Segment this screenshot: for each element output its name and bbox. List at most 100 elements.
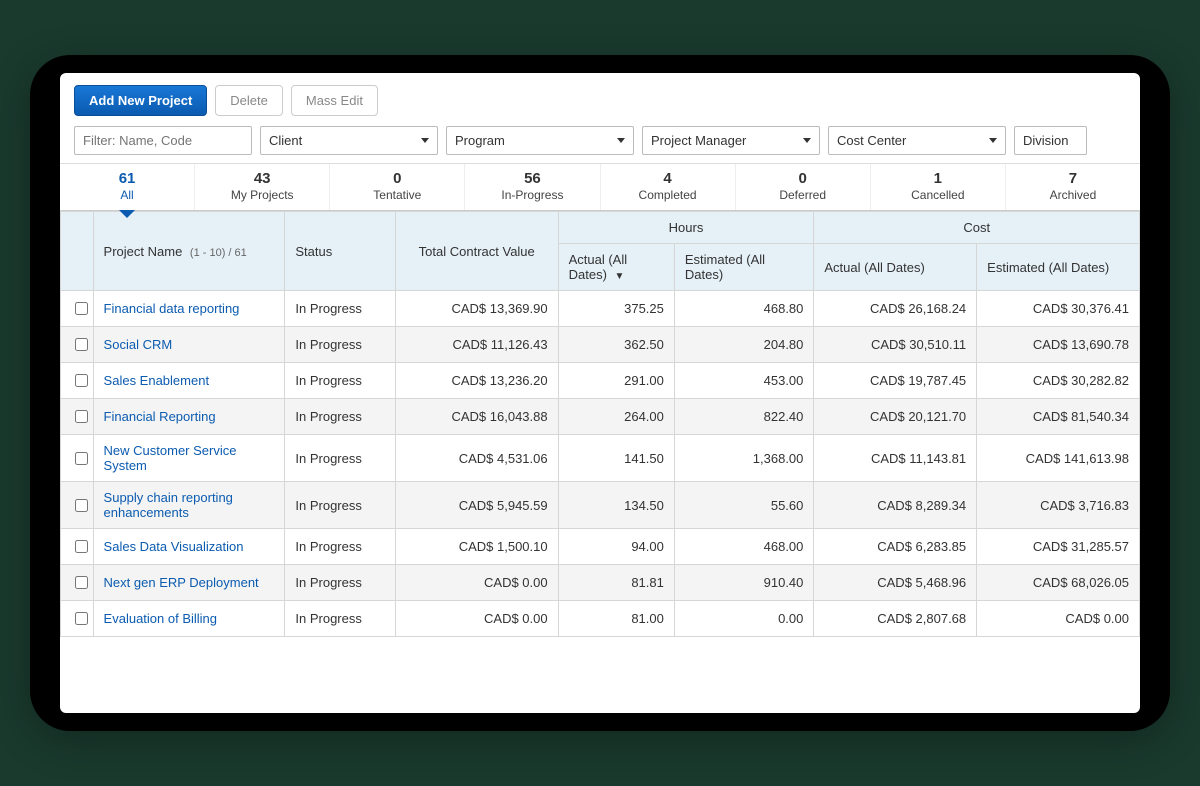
cell-tcv: CAD$ 11,126.43 [395,327,558,363]
row-checkbox[interactable] [75,338,88,351]
cell-hours-actual: 94.00 [558,529,674,565]
header-tcv[interactable]: Total Contract Value [395,212,558,291]
cell-hours-actual: 291.00 [558,363,674,399]
status-tab-tentative[interactable]: 0Tentative [330,164,465,210]
header-hours-actual[interactable]: Actual (All Dates) ▼ [558,244,674,291]
toolbar: Add New Project Delete Mass Edit [60,73,1140,126]
project-name-link[interactable]: Sales Data Visualization [93,529,285,565]
row-checkbox[interactable] [75,576,88,589]
row-checkbox[interactable] [75,452,88,465]
status-tab-label: Tentative [373,188,421,202]
cell-hours-estimated: 0.00 [674,601,814,637]
filter-client-select[interactable]: Client [260,126,438,155]
status-tab-label: Deferred [779,188,826,202]
cell-hours-estimated: 55.60 [674,482,814,529]
sort-desc-icon: ▼ [615,271,625,282]
project-name-link[interactable]: Financial Reporting [93,399,285,435]
header-cost-estimated[interactable]: Estimated (All Dates) [977,244,1140,291]
cell-hours-estimated: 453.00 [674,363,814,399]
cell-tcv: CAD$ 0.00 [395,601,558,637]
table-row: Financial data reportingIn ProgressCAD$ … [61,291,1140,327]
status-tab-count: 43 [195,170,329,187]
project-name-link[interactable]: Supply chain reporting enhancements [93,482,285,529]
row-checkbox[interactable] [75,302,88,315]
row-checkbox[interactable] [75,410,88,423]
app-screen: Add New Project Delete Mass Edit Client … [60,73,1140,713]
cell-status: In Progress [285,529,395,565]
status-tab-archived[interactable]: 7Archived [1006,164,1140,210]
status-tab-count: 0 [736,170,870,187]
filter-division-select[interactable]: Division [1014,126,1087,155]
status-tab-label: In-Progress [501,188,563,202]
header-project-name-label: Project Name [104,244,183,259]
filter-program-select[interactable]: Program [446,126,634,155]
cell-cost-actual: CAD$ 19,787.45 [814,363,977,399]
filter-pm-label: Project Manager [651,133,746,148]
chevron-down-icon [803,138,811,143]
project-name-link[interactable]: Social CRM [93,327,285,363]
project-name-link[interactable]: Sales Enablement [93,363,285,399]
header-range: (1 - 10) / 61 [190,247,247,259]
cell-cost-estimated: CAD$ 81,540.34 [977,399,1140,435]
cell-status: In Progress [285,565,395,601]
project-table: Project Name (1 - 10) / 61 Status Total … [60,211,1140,637]
header-cost-actual[interactable]: Actual (All Dates) [814,244,977,291]
status-tab-deferred[interactable]: 0Deferred [736,164,871,210]
row-checkbox[interactable] [75,540,88,553]
row-checkbox[interactable] [75,499,88,512]
table-row: Supply chain reporting enhancementsIn Pr… [61,482,1140,529]
add-new-project-button[interactable]: Add New Project [74,85,207,116]
filter-client-label: Client [269,133,302,148]
delete-button[interactable]: Delete [215,85,283,116]
cell-hours-actual: 362.50 [558,327,674,363]
chevron-down-icon [421,138,429,143]
status-tab-cancelled[interactable]: 1Cancelled [871,164,1006,210]
project-name-link[interactable]: Financial data reporting [93,291,285,327]
cell-hours-estimated: 468.80 [674,291,814,327]
filter-cost-center-select[interactable]: Cost Center [828,126,1006,155]
table-row: Next gen ERP DeploymentIn ProgressCAD$ 0… [61,565,1140,601]
cell-cost-actual: CAD$ 26,168.24 [814,291,977,327]
status-tab-in-progress[interactable]: 56In-Progress [465,164,600,210]
status-tab-my-projects[interactable]: 43My Projects [195,164,330,210]
cell-hours-estimated: 910.40 [674,565,814,601]
cell-hours-estimated: 204.80 [674,327,814,363]
cell-status: In Progress [285,601,395,637]
status-tab-count: 4 [601,170,735,187]
header-checkbox [61,212,94,291]
status-tab-count: 56 [465,170,599,187]
cell-cost-estimated: CAD$ 0.00 [977,601,1140,637]
status-tab-count: 7 [1006,170,1140,187]
project-name-link[interactable]: New Customer Service System [93,435,285,482]
cell-hours-estimated: 468.00 [674,529,814,565]
status-tab-all[interactable]: 61All [60,164,195,210]
project-table-wrap: Project Name (1 - 10) / 61 Status Total … [60,211,1140,637]
cell-tcv: CAD$ 16,043.88 [395,399,558,435]
cell-cost-actual: CAD$ 8,289.34 [814,482,977,529]
table-row: Social CRMIn ProgressCAD$ 11,126.43362.5… [61,327,1140,363]
header-project-name[interactable]: Project Name (1 - 10) / 61 [93,212,285,291]
table-row: Sales EnablementIn ProgressCAD$ 13,236.2… [61,363,1140,399]
row-checkbox[interactable] [75,612,88,625]
cell-status: In Progress [285,435,395,482]
chevron-down-icon [989,138,997,143]
filter-text-input[interactable] [74,126,252,155]
cell-cost-estimated: CAD$ 30,376.41 [977,291,1140,327]
cell-cost-estimated: CAD$ 3,716.83 [977,482,1140,529]
project-name-link[interactable]: Evaluation of Billing [93,601,285,637]
filter-project-manager-select[interactable]: Project Manager [642,126,820,155]
cell-status: In Progress [285,399,395,435]
project-name-link[interactable]: Next gen ERP Deployment [93,565,285,601]
status-tab-label: Archived [1050,188,1097,202]
mass-edit-button[interactable]: Mass Edit [291,85,378,116]
filter-cc-label: Cost Center [837,133,906,148]
header-status[interactable]: Status [285,212,395,291]
status-tab-completed[interactable]: 4Completed [601,164,736,210]
header-hours-estimated[interactable]: Estimated (All Dates) [674,244,814,291]
table-row: Evaluation of BillingIn ProgressCAD$ 0.0… [61,601,1140,637]
cell-hours-estimated: 1,368.00 [674,435,814,482]
table-row: Sales Data VisualizationIn ProgressCAD$ … [61,529,1140,565]
row-checkbox[interactable] [75,374,88,387]
cell-tcv: CAD$ 1,500.10 [395,529,558,565]
cell-cost-actual: CAD$ 2,807.68 [814,601,977,637]
